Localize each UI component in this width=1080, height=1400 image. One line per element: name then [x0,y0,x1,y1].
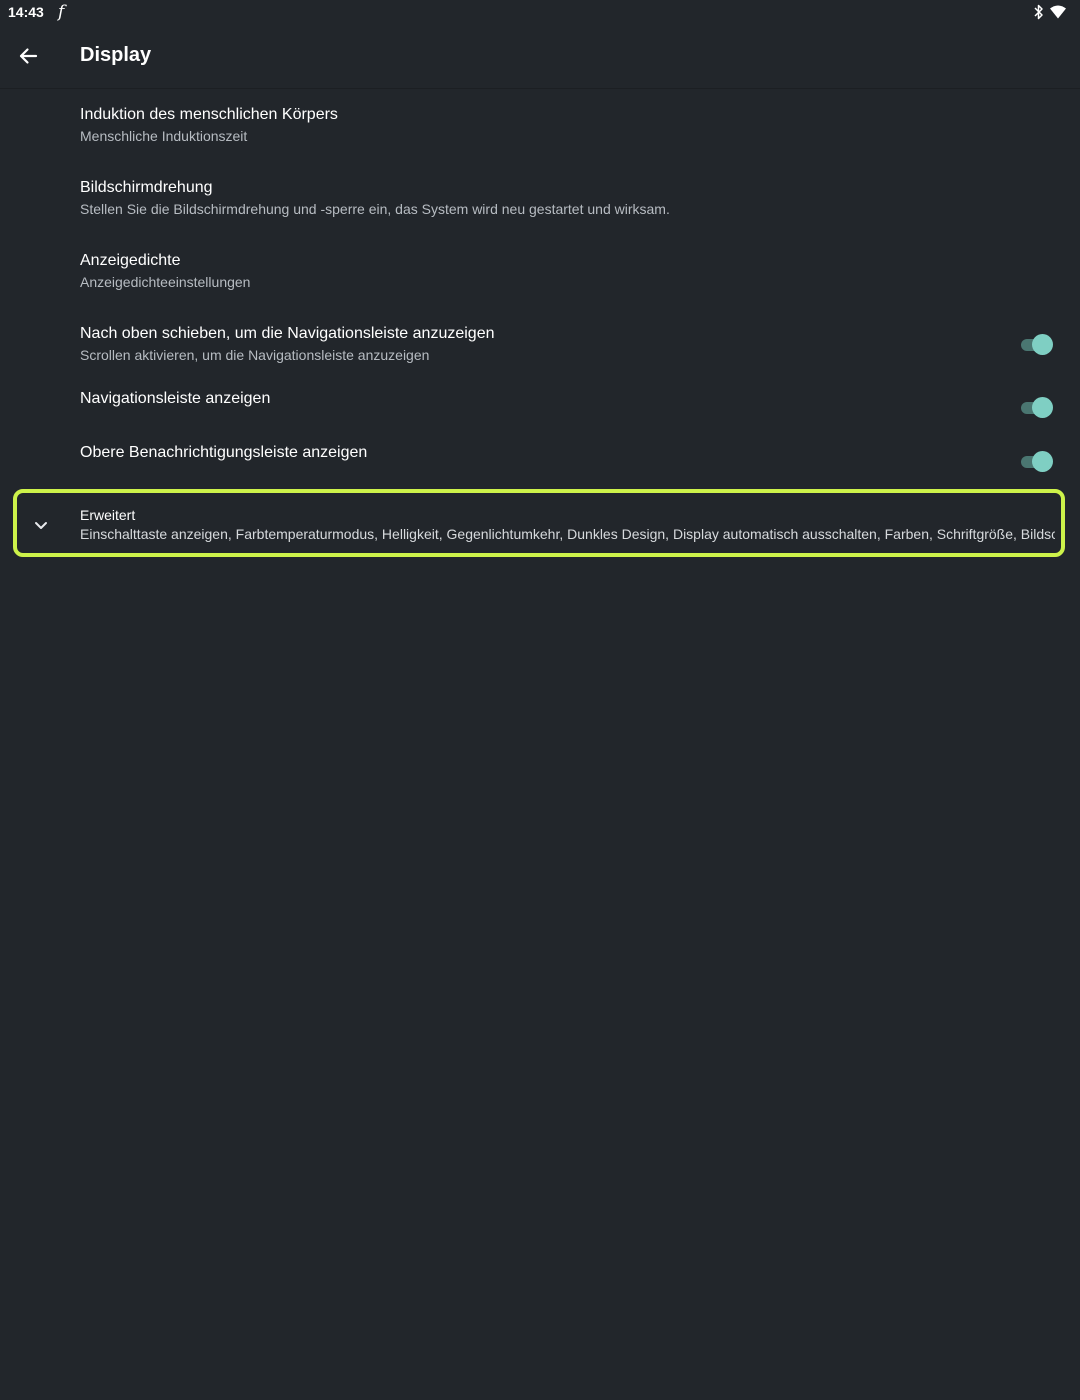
pref-summary: Stellen Sie die Bildschirmdrehung und -s… [80,201,670,217]
pref-title: Navigationsleiste anzeigen [80,390,271,407]
bluetooth-icon [1034,4,1043,20]
page-title: Display [80,44,152,66]
arrow-left-icon [19,48,38,64]
pref-title: Anzeigedichte [80,252,181,269]
wifi-icon [1050,5,1066,19]
pref-display-density[interactable]: Anzeigedichte Anzeigedichteeinstellungen [0,235,1080,308]
pref-title: Nach oben schieben, um die Navigationsle… [80,325,495,342]
pref-show-notification-bar[interactable]: Obere Benachrichtigungsleiste anzeigen [0,435,1080,489]
pref-show-navbar[interactable]: Navigationsleiste anzeigen [0,381,1080,435]
switch-thumb [1032,397,1053,418]
switch-thumb [1032,451,1053,472]
pref-summary: Scrollen aktivieren, um die Navigationsl… [80,347,430,363]
pref-summary: Anzeigedichteeinstellungen [80,274,251,290]
chevron-down-icon [35,522,47,529]
show-notification-bar-toggle[interactable] [1021,451,1053,473]
status-time: 14:43 [8,4,44,20]
pref-screen-rotation[interactable]: Bildschirmdrehung Stellen Sie die Bildsc… [0,162,1080,235]
pref-human-body-induction[interactable]: Induktion des menschlichen Körpers Mensc… [0,89,1080,162]
show-navbar-toggle[interactable] [1021,397,1053,419]
swipe-navbar-toggle[interactable] [1021,334,1053,356]
back-button[interactable] [8,36,48,76]
advanced-summary: Einschalttaste anzeigen, Farbtemperaturm… [80,526,1055,542]
app-notification-icon: f [58,2,65,22]
switch-thumb [1032,334,1053,355]
pref-title: Induktion des menschlichen Körpers [80,106,338,123]
preference-list: Induktion des menschlichen Körpers Mensc… [0,89,1080,489]
pref-advanced-expander[interactable]: Erweitert Einschalttaste anzeigen, Farbt… [13,489,1065,557]
pref-title: Bildschirmdrehung [80,179,213,196]
pref-title: Obere Benachrichtigungsleiste anzeigen [80,444,368,461]
status-bar: 14:43 f [0,0,1080,24]
advanced-title: Erweitert [80,507,136,523]
pref-summary: Menschliche Induktionszeit [80,128,248,144]
pref-swipe-up-navbar[interactable]: Nach oben schieben, um die Navigationsle… [0,308,1080,381]
app-bar: Display [0,24,1080,89]
